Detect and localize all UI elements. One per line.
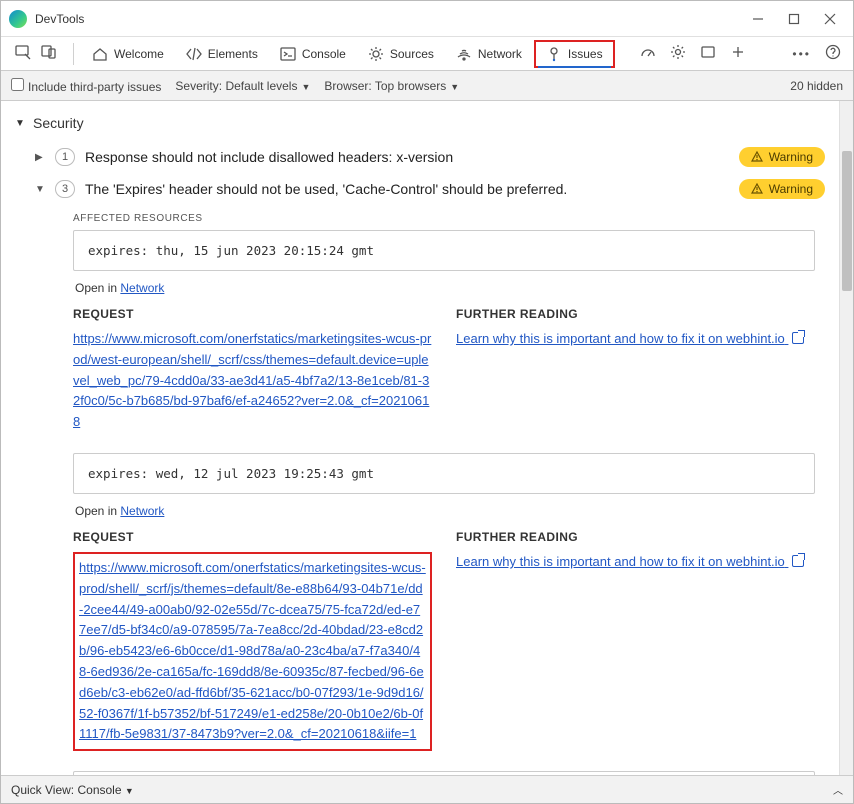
close-button[interactable]	[823, 12, 837, 26]
tab-network[interactable]: Network	[446, 40, 532, 68]
titlebar: DevTools	[1, 1, 853, 37]
section-title: Security	[33, 115, 84, 131]
external-link-icon	[792, 332, 804, 344]
toolbar: Welcome Elements Console Sources Network…	[1, 37, 853, 71]
affected-resources: AFFECTED RESOURCES expires: thu, 15 jun …	[1, 205, 839, 775]
resource-block: expires: thu, 15 jun 2023 20:15:24 gmt	[73, 230, 815, 271]
tab-elements[interactable]: Elements	[176, 40, 268, 68]
further-label: FURTHER READING	[456, 530, 815, 544]
tab-welcome[interactable]: Welcome	[82, 40, 174, 68]
tab-issues[interactable]: Issues	[534, 40, 615, 68]
issue-message: The 'Expires' header should not be used,…	[85, 181, 729, 197]
tab-sources[interactable]: Sources	[358, 40, 444, 68]
further-reading-column: FURTHER READING Learn why this is import…	[456, 530, 815, 751]
tab-console[interactable]: Console	[270, 40, 356, 68]
chevron-down-icon: ▼	[35, 184, 45, 195]
issue-message: Response should not include disallowed h…	[85, 149, 729, 165]
warning-badge: Warning	[739, 147, 825, 167]
hidden-count[interactable]: 20 hidden	[790, 79, 843, 93]
open-in: Open in Network	[73, 275, 815, 305]
window-title: DevTools	[35, 12, 84, 26]
request-url-link[interactable]: https://www.microsoft.com/onerfstatics/m…	[73, 329, 432, 433]
open-in-network-link[interactable]: Network	[120, 281, 164, 295]
settings-gear-icon[interactable]	[670, 44, 686, 63]
scrollbar[interactable]	[839, 101, 853, 775]
further-reading-column: FURTHER READING Learn why this is import…	[456, 307, 815, 433]
more-icon[interactable]: •••	[792, 47, 811, 61]
filter-bar: Include third-party issues Severity: Def…	[1, 71, 853, 101]
request-label: REQUEST	[73, 307, 432, 321]
severity-dropdown[interactable]: Severity: Default levels▼	[175, 79, 310, 93]
affected-label: AFFECTED RESOURCES	[73, 213, 815, 224]
help-icon[interactable]	[825, 44, 841, 63]
open-in: Open in Network	[73, 498, 815, 528]
open-in-network-link[interactable]: Network	[120, 504, 164, 518]
quick-view-bar[interactable]: Quick View: Console ▼ ︿	[1, 775, 853, 803]
chevron-down-icon: ▼	[15, 118, 25, 129]
resource-header: expires: wed, 12 jul 2023 19:25:43 gmt	[74, 454, 814, 493]
issue-count: 3	[55, 180, 75, 198]
warning-badge: Warning	[739, 179, 825, 199]
issue-count: 1	[55, 148, 75, 166]
further-reading-link[interactable]: Learn why this is important and how to f…	[456, 329, 815, 350]
add-tab-icon[interactable]	[730, 44, 746, 63]
request-url-link[interactable]: https://www.microsoft.com/onerfstatics/m…	[79, 558, 426, 745]
maximize-button[interactable]	[787, 12, 801, 26]
request-label: REQUEST	[73, 530, 432, 544]
request-column: REQUEST https://www.microsoft.com/onerfs…	[73, 530, 432, 751]
resource-block: expires: wed, 12 jul 2023 19:25:43 gmt	[73, 453, 815, 494]
external-link-icon	[792, 555, 804, 567]
highlighted-request: https://www.microsoft.com/onerfstatics/m…	[73, 552, 432, 751]
scrollbar-thumb[interactable]	[842, 151, 852, 291]
device-icon[interactable]	[41, 44, 57, 63]
include-third-party-checkbox[interactable]: Include third-party issues	[11, 78, 161, 94]
window-buttons	[751, 12, 845, 26]
issues-content: ▼ Security ▶ 1 Response should not inclu…	[1, 101, 839, 775]
browser-dropdown[interactable]: Browser: Top browsers▼	[324, 79, 459, 93]
section-security[interactable]: ▼ Security	[1, 101, 839, 141]
chevron-right-icon: ▶	[35, 152, 45, 163]
minimize-button[interactable]	[751, 12, 765, 26]
chevron-up-icon[interactable]: ︿	[833, 782, 843, 797]
issue-row[interactable]: ▶ 1 Response should not include disallow…	[1, 141, 839, 173]
further-label: FURTHER READING	[456, 307, 815, 321]
request-column: REQUEST https://www.microsoft.com/onerfs…	[73, 307, 432, 433]
edge-icon	[9, 10, 27, 28]
quickview-label: Quick View:	[11, 783, 74, 797]
issue-row[interactable]: ▼ 3 The 'Expires' header should not be u…	[1, 173, 839, 205]
inspect-icon[interactable]	[15, 44, 31, 63]
performance-icon[interactable]	[640, 44, 656, 63]
quickview-dropdown[interactable]: Console ▼	[77, 783, 133, 797]
panel-icon[interactable]	[700, 44, 716, 63]
further-reading-link[interactable]: Learn why this is important and how to f…	[456, 552, 815, 573]
resource-header: expires: thu, 15 jun 2023 20:15:24 gmt	[74, 231, 814, 270]
